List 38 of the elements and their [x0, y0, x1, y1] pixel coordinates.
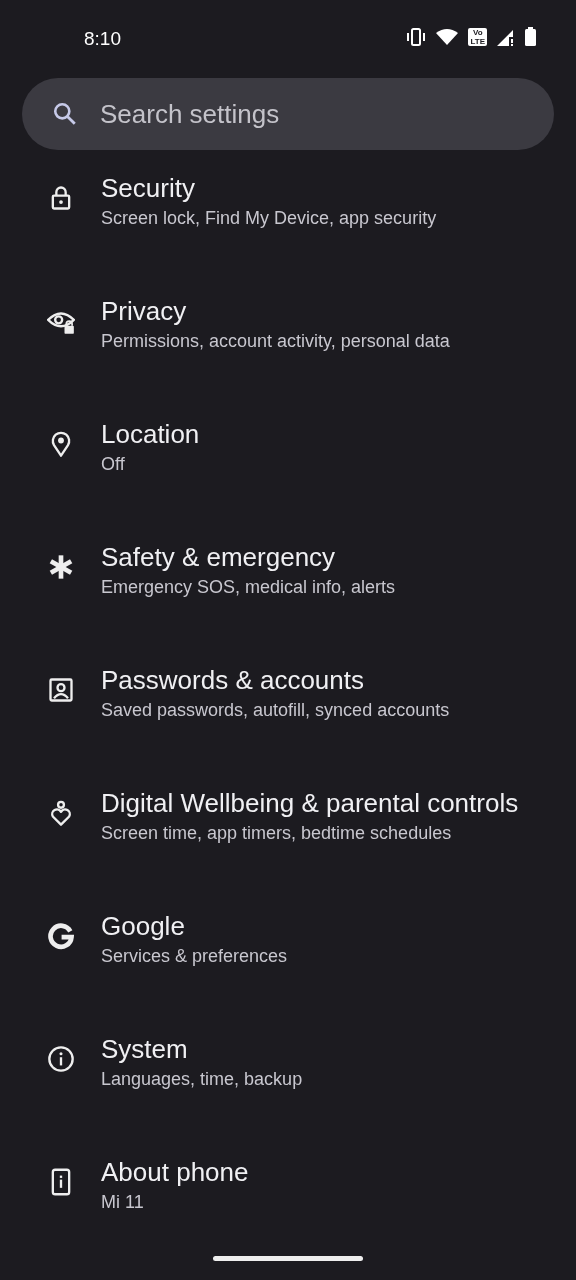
- item-subtitle: Permissions, account activity, personal data: [101, 330, 450, 353]
- settings-item[interactable]: Digital Wellbeing & parental controls Screen time, app timers, bedtime schedules: [0, 787, 576, 910]
- volte-badge: Vo LTE: [468, 27, 487, 46]
- item-title: About phone: [101, 1156, 249, 1188]
- item-subtitle: Services & preferences: [101, 945, 288, 968]
- wifi-icon: [436, 28, 459, 45]
- item-title: Digital Wellbeing & parental controls: [101, 787, 519, 819]
- home-indicator[interactable]: [213, 1256, 363, 1261]
- item-title: Google: [101, 910, 186, 942]
- vibrate-icon: [406, 27, 427, 46]
- battery-icon: [525, 27, 536, 46]
- status-time: 8:10: [84, 27, 121, 51]
- item-title: System: [101, 1033, 189, 1065]
- contact-card-icon: [47, 676, 75, 704]
- item-subtitle: Screen lock, Find My Device, app security: [101, 207, 437, 230]
- info-icon: [47, 1045, 75, 1073]
- settings-item[interactable]: Location Off: [0, 418, 576, 541]
- settings-item[interactable]: Safety & emergency Emergency SOS, medical info, alerts: [0, 541, 576, 664]
- item-subtitle: Saved passwords, autofill, synced accounts: [101, 699, 450, 722]
- settings-item[interactable]: About phone Mi 11: [0, 1156, 576, 1279]
- settings-item[interactable]: Security Screen lock, Find My Device, app security: [0, 172, 576, 295]
- asterisk-icon: [47, 553, 75, 581]
- item-subtitle: Emergency SOS, medical info, alerts: [101, 576, 396, 599]
- item-title: Security: [101, 172, 196, 204]
- settings-item[interactable]: Google Services & preferences: [0, 910, 576, 1033]
- item-subtitle: Languages, time, backup: [101, 1068, 303, 1091]
- item-subtitle: Mi 11: [101, 1191, 145, 1214]
- item-title: Privacy: [101, 295, 188, 327]
- item-title: Location: [101, 418, 200, 450]
- settings-item[interactable]: Passwords & accounts Saved passwords, autofill, synced accounts: [0, 664, 576, 787]
- search-field[interactable]: Search settings: [22, 78, 554, 150]
- item-subtitle: Screen time, app timers, bedtime schedules: [101, 822, 453, 845]
- item-subtitle: Off: [101, 453, 126, 476]
- item-title: Passwords & accounts: [101, 664, 365, 696]
- settings-item[interactable]: Privacy Permissions, account activity, personal data: [0, 295, 576, 418]
- settings-item[interactable]: System Languages, time, backup: [0, 1033, 576, 1156]
- g-letter-icon: [47, 922, 75, 950]
- item-title: Safety & emergency: [101, 541, 337, 573]
